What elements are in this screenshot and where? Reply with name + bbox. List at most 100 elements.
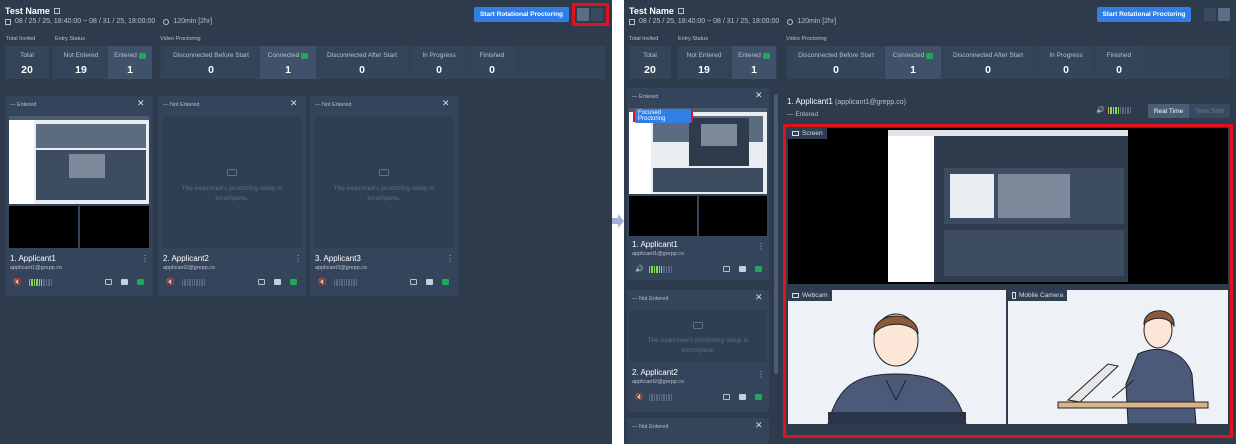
applicant-card[interactable]: — Not Entered ✕ The examinee's proctorin… bbox=[158, 96, 306, 296]
close-icon[interactable]: ✕ bbox=[137, 98, 145, 109]
muted-speaker-icon[interactable]: 🔇 bbox=[166, 278, 175, 286]
stat-entered[interactable]: Entered 1 bbox=[108, 46, 152, 79]
view-mode-tabs: Real Time Time Shift bbox=[1148, 104, 1230, 118]
close-icon[interactable]: ✕ bbox=[755, 90, 763, 101]
muted-speaker-icon[interactable]: 🔇 bbox=[13, 278, 22, 286]
audio-level-meter bbox=[649, 394, 672, 401]
screen-preview[interactable] bbox=[9, 116, 149, 204]
stat-disconnected-after-start[interactable]: Disconnected After Start 0 bbox=[318, 46, 406, 79]
tab-real-time[interactable]: Real Time bbox=[1148, 104, 1189, 118]
webcam-feed[interactable]: Webcam bbox=[788, 290, 1006, 424]
applicant-name: 2. Applicant2 bbox=[632, 368, 678, 377]
stat-in-progress[interactable]: In Progress 0 bbox=[413, 46, 465, 79]
start-rotational-proctoring-button[interactable]: Start Rotational Proctoring bbox=[1097, 7, 1191, 22]
audio-level-meter bbox=[182, 279, 205, 286]
focused-proctoring-badge[interactable]: Focused Proctoring bbox=[633, 108, 693, 123]
stat-in-progress[interactable]: In Progress 0 bbox=[1040, 46, 1092, 79]
close-icon[interactable]: ✕ bbox=[755, 292, 763, 303]
muted-speaker-icon[interactable]: 🔇 bbox=[635, 393, 644, 401]
document-icon[interactable] bbox=[274, 279, 281, 285]
webcam-icon bbox=[792, 293, 799, 298]
group-entry-status: Entry Status bbox=[678, 36, 708, 42]
clock-icon bbox=[163, 18, 170, 25]
camera-off-icon bbox=[379, 169, 389, 176]
stat-connected[interactable]: Connected 1 bbox=[885, 46, 941, 79]
audio-level-meter bbox=[29, 279, 52, 286]
stat-disconnected-after-start[interactable]: Disconnected After Start 0 bbox=[944, 46, 1032, 79]
external-link-icon[interactable] bbox=[53, 8, 60, 14]
test-title: Test Name bbox=[5, 6, 60, 16]
face-scan-icon[interactable] bbox=[723, 266, 730, 272]
entered-badge-icon bbox=[138, 52, 146, 59]
chat-icon[interactable] bbox=[755, 266, 762, 272]
group-total-invited: Total Invited bbox=[629, 36, 659, 42]
mobile-camera-feed[interactable]: Mobile Camera bbox=[1008, 290, 1228, 424]
list-view-icon[interactable] bbox=[1218, 8, 1230, 21]
document-icon[interactable] bbox=[739, 394, 746, 400]
tab-time-shift[interactable]: Time Shift bbox=[1189, 104, 1230, 118]
face-scan-icon[interactable] bbox=[258, 279, 265, 285]
more-options-icon[interactable]: ⋮ bbox=[757, 242, 765, 251]
speaker-icon[interactable]: 🔊 bbox=[635, 265, 644, 273]
more-options-icon[interactable]: ⋮ bbox=[757, 370, 765, 379]
start-rotational-proctoring-button[interactable]: Start Rotational Proctoring bbox=[474, 7, 569, 22]
clock-icon bbox=[787, 18, 794, 25]
applicant-card[interactable]: — Not Entered ✕ The examinee's proctorin… bbox=[310, 96, 458, 296]
mobile-camera-preview[interactable] bbox=[699, 196, 767, 236]
grid-view-icon[interactable] bbox=[1204, 8, 1216, 21]
test-meta: 08 / 25 / 25, 18:40:00 ~ 08 / 31 / 25, 1… bbox=[5, 18, 212, 25]
more-options-icon[interactable]: ⋮ bbox=[446, 254, 454, 263]
stat-total[interactable]: Total 20 bbox=[5, 46, 49, 79]
more-options-icon[interactable]: ⋮ bbox=[294, 254, 302, 263]
webcam-preview[interactable] bbox=[9, 206, 78, 248]
audio-level-meter bbox=[334, 279, 357, 286]
muted-speaker-icon[interactable]: 🔇 bbox=[318, 278, 327, 286]
stat-not-entered[interactable]: Not Entered 19 bbox=[56, 46, 106, 79]
highlight-box bbox=[572, 3, 609, 26]
group-total-invited: Total Invited bbox=[6, 36, 36, 42]
stat-finished[interactable]: Finished 0 bbox=[1096, 46, 1142, 79]
chat-icon[interactable] bbox=[290, 279, 297, 285]
screen-feed-label: Screen bbox=[788, 128, 827, 139]
transition-arrow-icon bbox=[612, 214, 624, 228]
detail-applicant-name: 1. Applicant1 bbox=[787, 97, 833, 106]
document-icon[interactable] bbox=[739, 266, 746, 272]
setup-incomplete-message: The examinee's proctoring setup is incom… bbox=[333, 185, 435, 202]
chat-icon[interactable] bbox=[755, 394, 762, 400]
face-scan-icon[interactable] bbox=[723, 394, 730, 400]
close-icon[interactable]: ✕ bbox=[755, 420, 763, 431]
sidebar-scrollbar[interactable] bbox=[774, 94, 778, 374]
applicant-card[interactable]: — Entered ✕ 1. Applicant1 applicant1@gre… bbox=[5, 96, 153, 296]
chat-icon[interactable] bbox=[442, 279, 449, 285]
applicant-email: applicant1@grepp.co bbox=[632, 251, 685, 257]
chat-icon[interactable] bbox=[137, 279, 144, 285]
applicant-email: applicant3@grepp.co bbox=[315, 265, 368, 271]
close-icon[interactable]: ✕ bbox=[442, 98, 450, 109]
stat-disconnected-before-start[interactable]: Disconnected Before Start 0 bbox=[164, 46, 258, 79]
more-options-icon[interactable]: ⋮ bbox=[141, 254, 149, 263]
webcam-preview[interactable] bbox=[629, 196, 697, 236]
screen-feed[interactable]: Screen bbox=[788, 128, 1228, 284]
audio-level-meter bbox=[1108, 107, 1131, 114]
stat-disconnected-before-start[interactable]: Disconnected Before Start 0 bbox=[790, 46, 882, 79]
sidebar-applicant-card[interactable]: — Not Entered ✕ The examinee's proctorin… bbox=[627, 290, 769, 412]
external-link-icon[interactable] bbox=[677, 8, 684, 14]
test-title: Test Name bbox=[629, 6, 684, 16]
speaker-icon[interactable]: 🔊 bbox=[1096, 106, 1105, 114]
stat-finished[interactable]: Finished 0 bbox=[469, 46, 515, 79]
document-icon[interactable] bbox=[121, 279, 128, 285]
sidebar-applicant-card[interactable]: — Not Entered ✕ bbox=[627, 418, 769, 444]
face-scan-icon[interactable] bbox=[105, 279, 112, 285]
test-meta: 08 / 25 / 25, 18:40:00 ~ 08 / 31 / 25, 1… bbox=[629, 18, 836, 25]
stat-total[interactable]: Total 20 bbox=[629, 46, 671, 79]
stat-entered[interactable]: Entered 1 bbox=[732, 46, 776, 79]
document-icon[interactable] bbox=[426, 279, 433, 285]
connected-badge-icon bbox=[926, 52, 934, 59]
face-scan-icon[interactable] bbox=[410, 279, 417, 285]
stat-connected[interactable]: Connected 1 bbox=[260, 46, 316, 79]
close-icon[interactable]: ✕ bbox=[290, 98, 298, 109]
stat-not-entered[interactable]: Not Entered 19 bbox=[680, 46, 728, 79]
applicant-name: 2. Applicant2 bbox=[163, 254, 209, 263]
mobile-camera-preview[interactable] bbox=[80, 206, 149, 248]
setup-incomplete-message: The examinee's proctoring setup is incom… bbox=[647, 337, 749, 354]
